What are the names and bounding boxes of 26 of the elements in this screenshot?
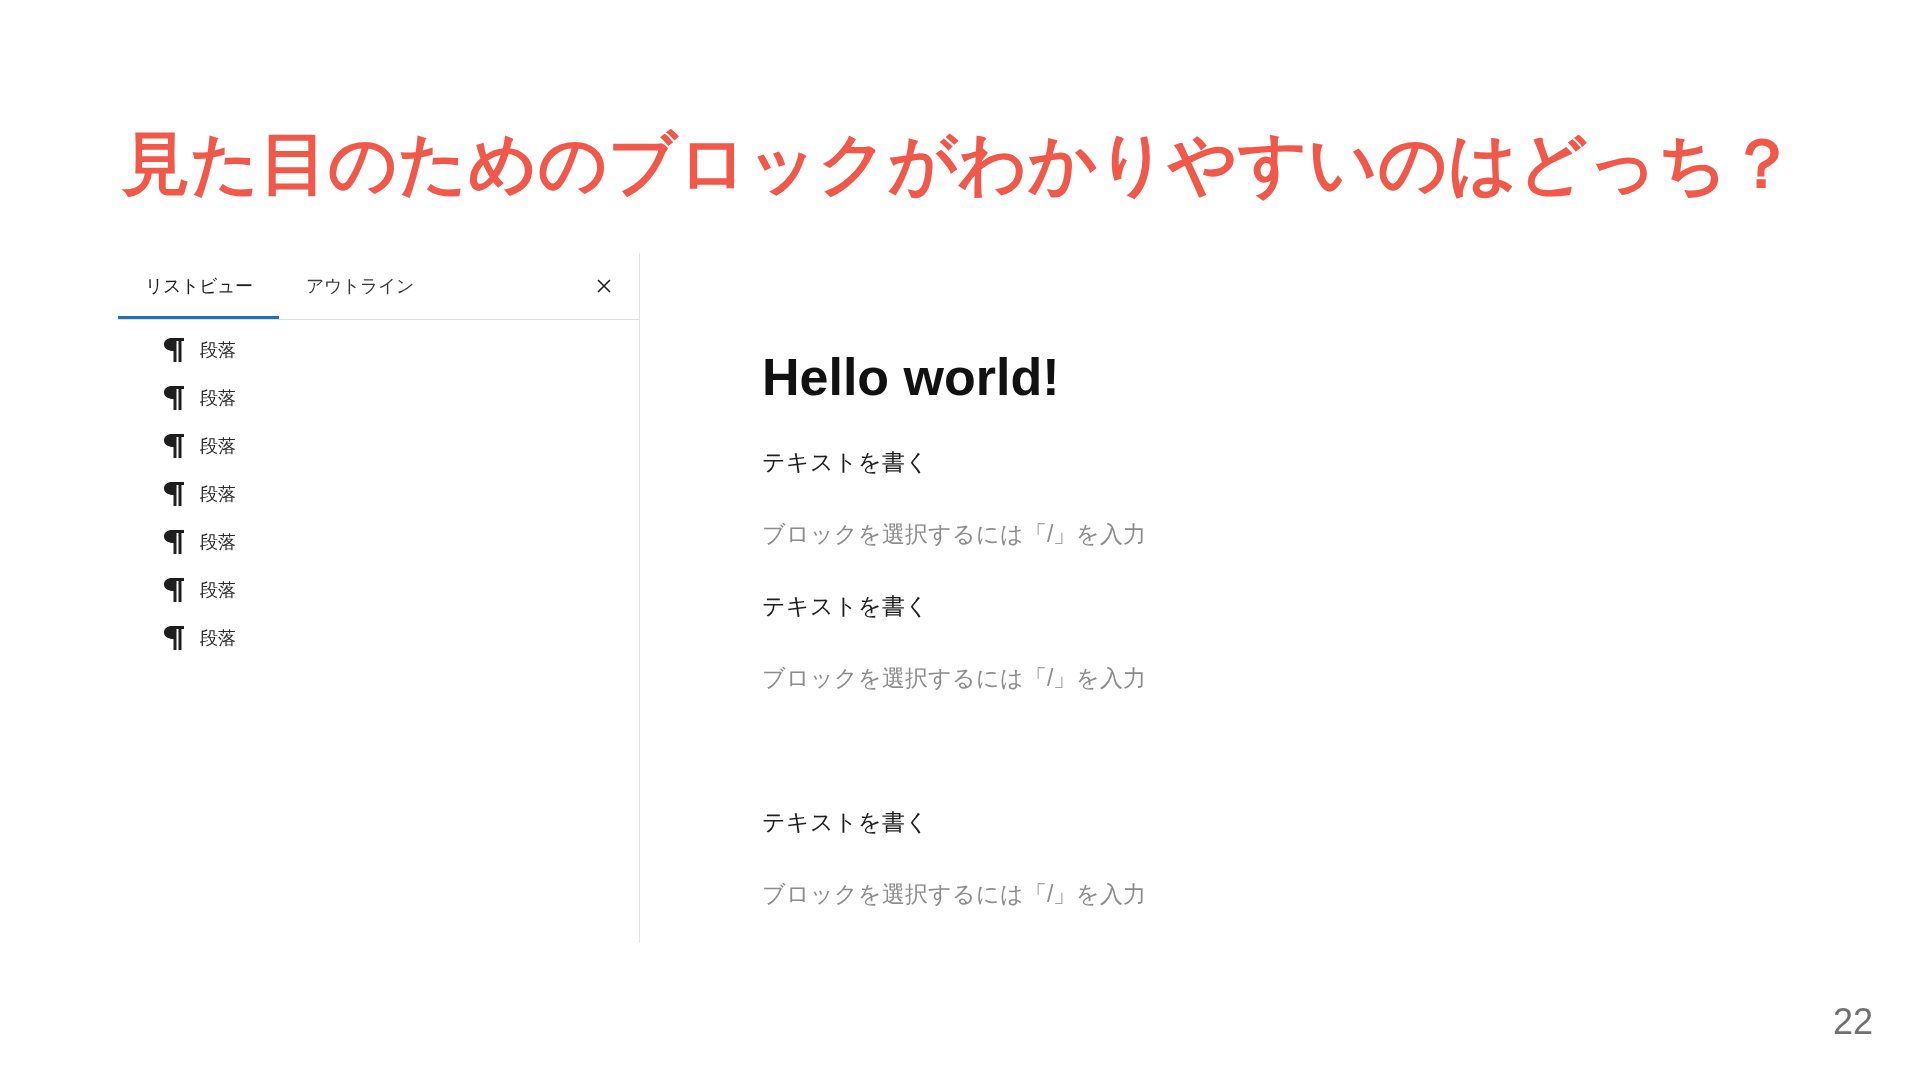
paragraph-text: テキストを書く	[762, 592, 929, 621]
close-icon	[597, 279, 611, 293]
list-item[interactable]: 段落	[164, 336, 236, 364]
list-item[interactable]: 段落	[164, 576, 236, 604]
pilcrow-icon	[164, 338, 184, 362]
list-item[interactable]: 段落	[164, 432, 236, 460]
post-heading: Hello world!	[762, 349, 1060, 406]
pilcrow-icon	[164, 434, 184, 458]
paragraph-text: テキストを書く	[762, 808, 929, 837]
pilcrow-icon	[164, 482, 184, 506]
pilcrow-icon	[164, 530, 184, 554]
list-item[interactable]: 段落	[164, 384, 236, 412]
paragraph-field[interactable]: ブロックを選択するには「/」を入力	[762, 518, 1162, 550]
pilcrow-icon	[164, 578, 184, 602]
list-item[interactable]: 段落	[164, 624, 236, 652]
tab[interactable]: リストビュー	[118, 253, 279, 319]
paragraph-text: テキストを書く	[762, 448, 929, 477]
tab[interactable]: アウトライン	[279, 253, 440, 319]
list-item[interactable]: 段落	[164, 528, 236, 556]
list-item[interactable]: 段落	[164, 480, 236, 508]
close-button[interactable]	[597, 279, 611, 293]
pilcrow-icon	[164, 626, 184, 650]
page-number: 22	[1832, 1004, 1873, 1040]
paragraph-field[interactable]: ブロックを選択するには「/」を入力	[762, 878, 1162, 910]
pilcrow-icon	[164, 386, 184, 410]
paragraph-field[interactable]: ブロックを選択するには「/」を入力	[762, 662, 1162, 694]
